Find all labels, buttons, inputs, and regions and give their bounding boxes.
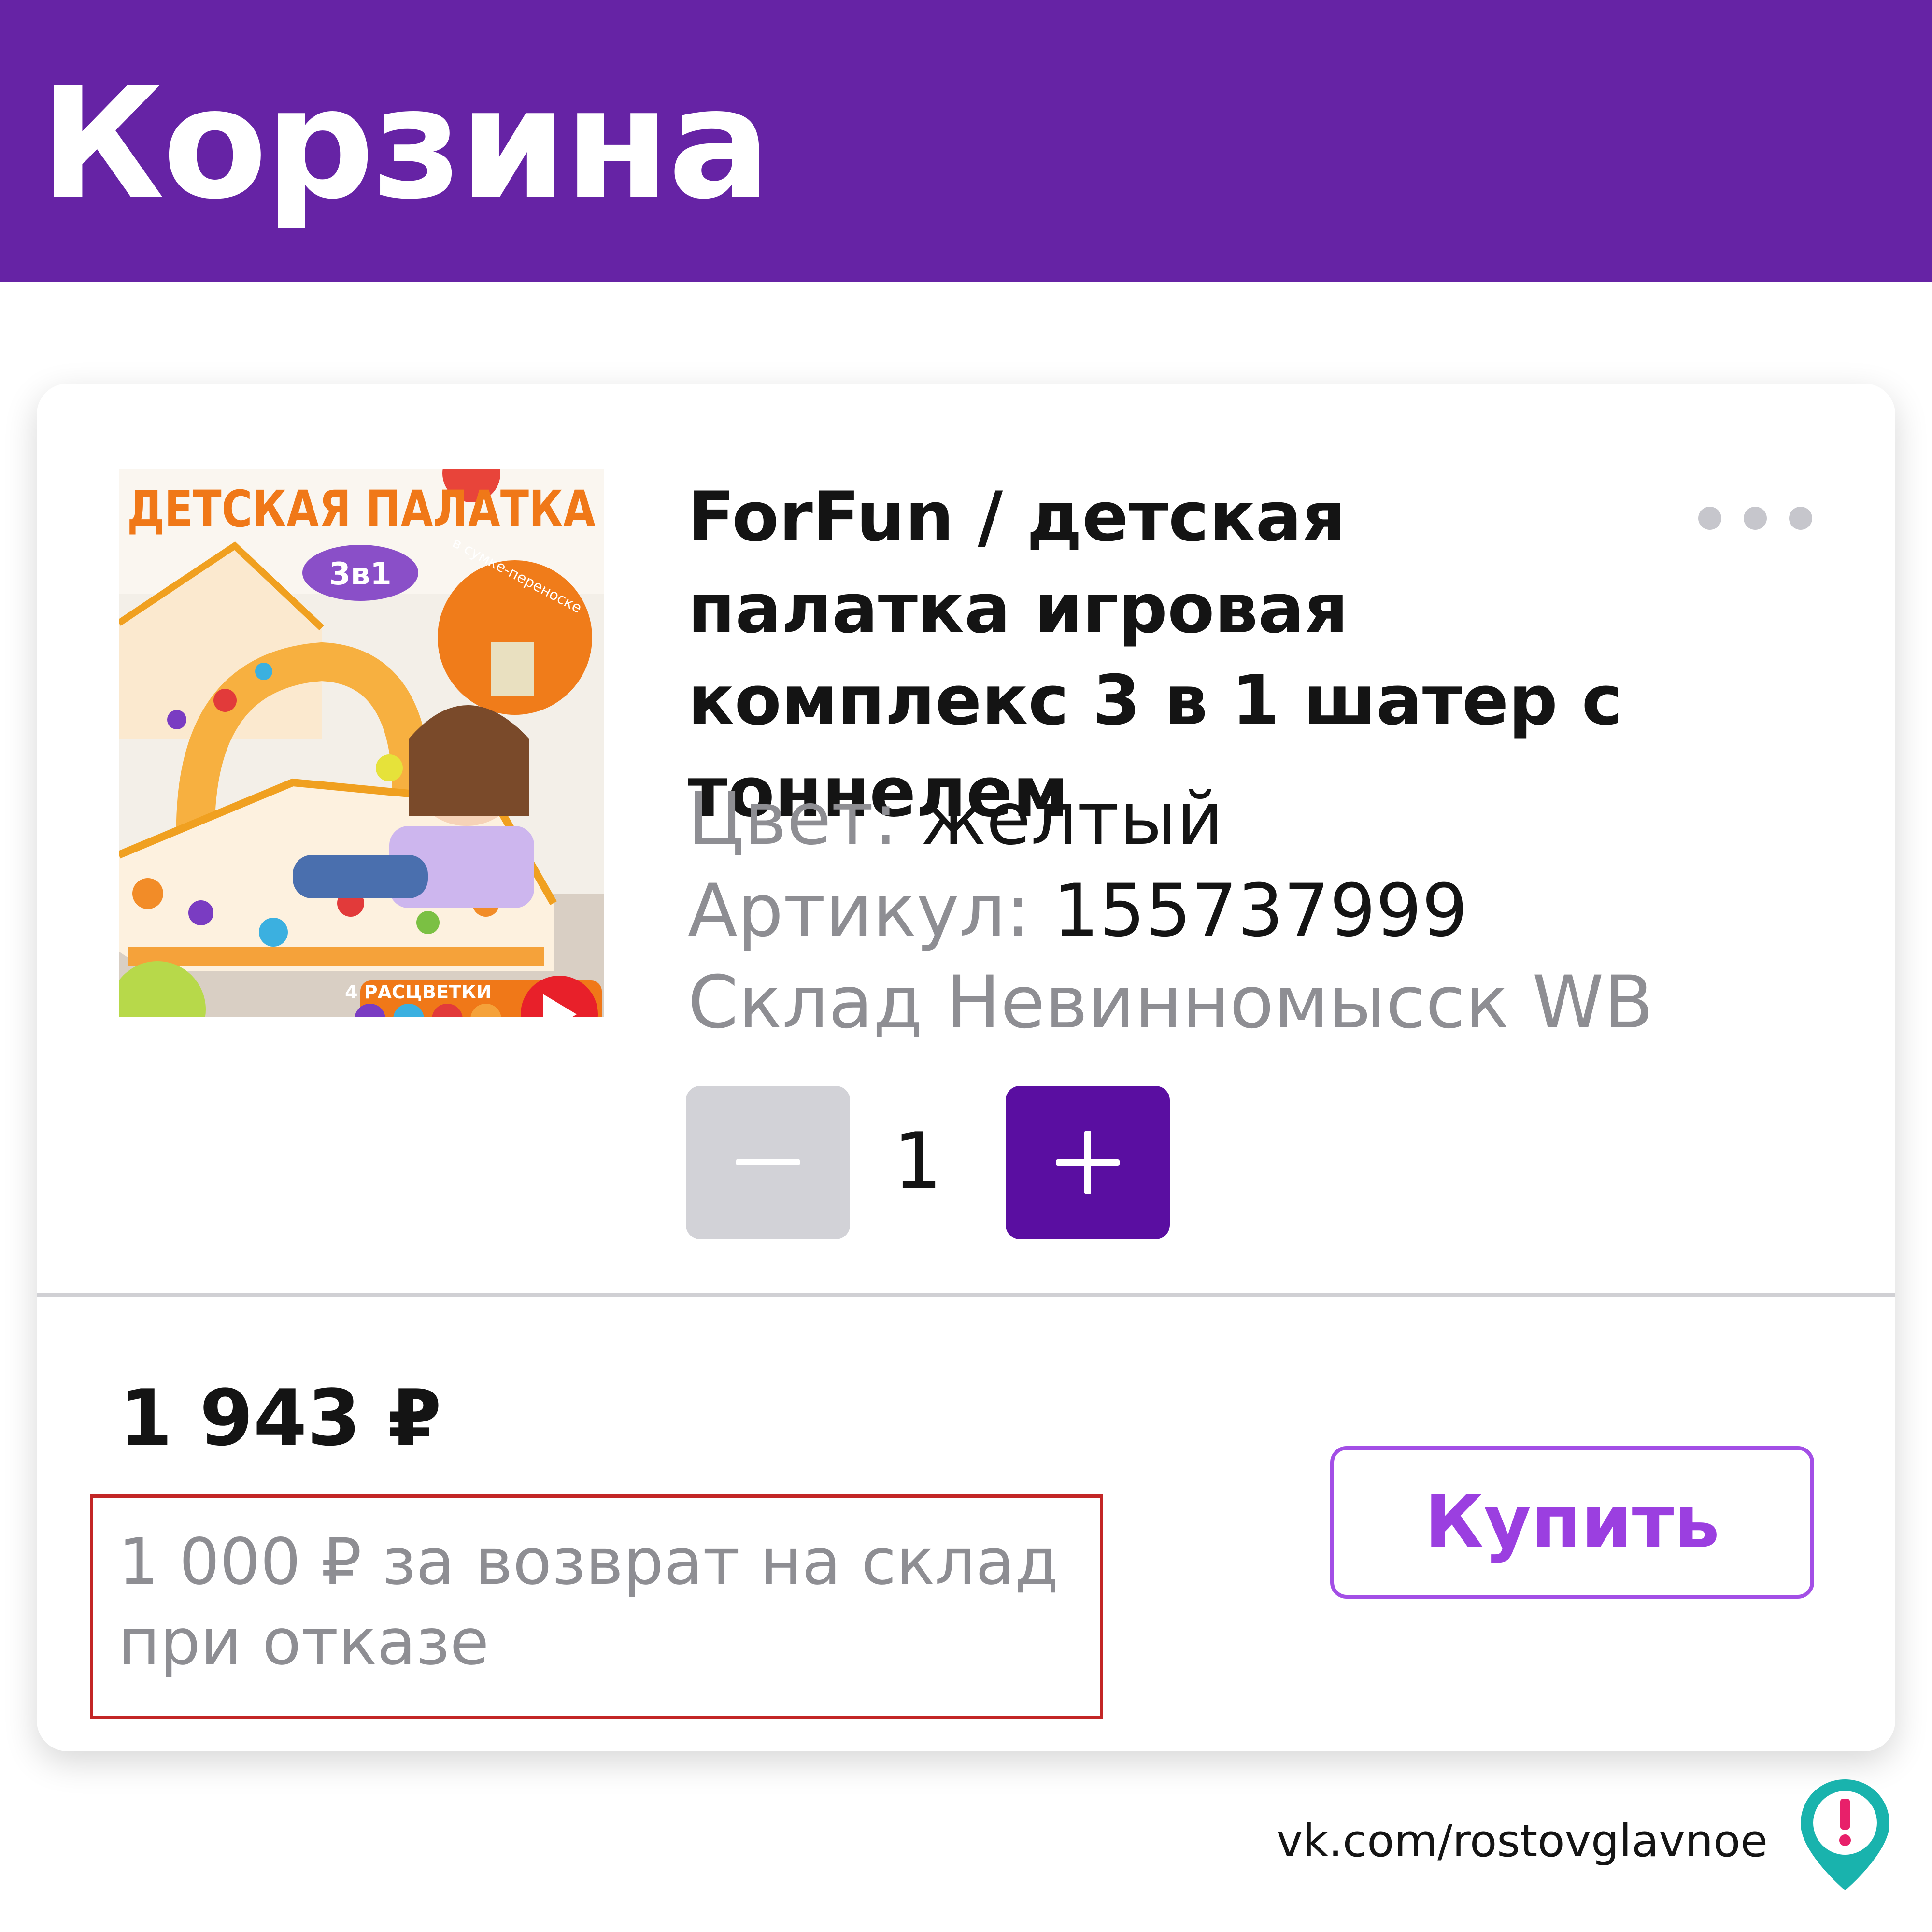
sku-value: 155737999: [1053, 869, 1468, 953]
color-value: желтый: [921, 777, 1224, 861]
product-sku: Артикул: 155737999: [688, 867, 1468, 954]
quantity-plus-button[interactable]: [1006, 1086, 1170, 1239]
divider: [37, 1293, 1895, 1297]
cart-item-card: ДЕТСКАЯ ПАЛАТКА 3в1 в сумке-переноске 4 …: [37, 384, 1895, 1751]
image-colors-text: 4 РАСЦВЕТКИ: [345, 981, 492, 1003]
product-warehouse: Склад Невинномысск WB: [688, 959, 1653, 1046]
quantity-minus-button[interactable]: [686, 1086, 850, 1239]
product-image[interactable]: ДЕТСКАЯ ПАЛАТКА 3в1 в сумке-переноске 4 …: [119, 469, 604, 1017]
page-title: Корзина: [40, 55, 771, 233]
more-dot: [1698, 507, 1721, 530]
buy-button[interactable]: Купить: [1330, 1446, 1814, 1599]
color-label: Цвет:: [688, 777, 898, 861]
sku-label: Артикул:: [688, 869, 1030, 953]
more-icon[interactable]: [1698, 501, 1812, 535]
location-pin-icon: [1797, 1776, 1893, 1894]
warehouse-text: Склад Невинномысск WB: [688, 961, 1654, 1045]
quantity-value: 1: [893, 1116, 942, 1206]
product-color: Цвет: желтый: [688, 776, 1223, 863]
image-badge-text: 3в1: [329, 556, 392, 592]
price: 1 943 ₽: [119, 1373, 442, 1463]
return-fee-highlight: 1 000 ₽ за возврат на склад при отказе: [90, 1494, 1103, 1719]
watermark-link: vk.com/rostovglavnoe: [1276, 1815, 1768, 1867]
image-title-text: ДЕТСКАЯ ПАЛАТКА: [127, 480, 596, 539]
more-dot: [1744, 507, 1767, 530]
return-fee-note: 1 000 ₽ за возврат на склад при отказе: [118, 1525, 1059, 1679]
header-bar: Корзина: [0, 0, 1932, 282]
more-dot: [1789, 507, 1812, 530]
